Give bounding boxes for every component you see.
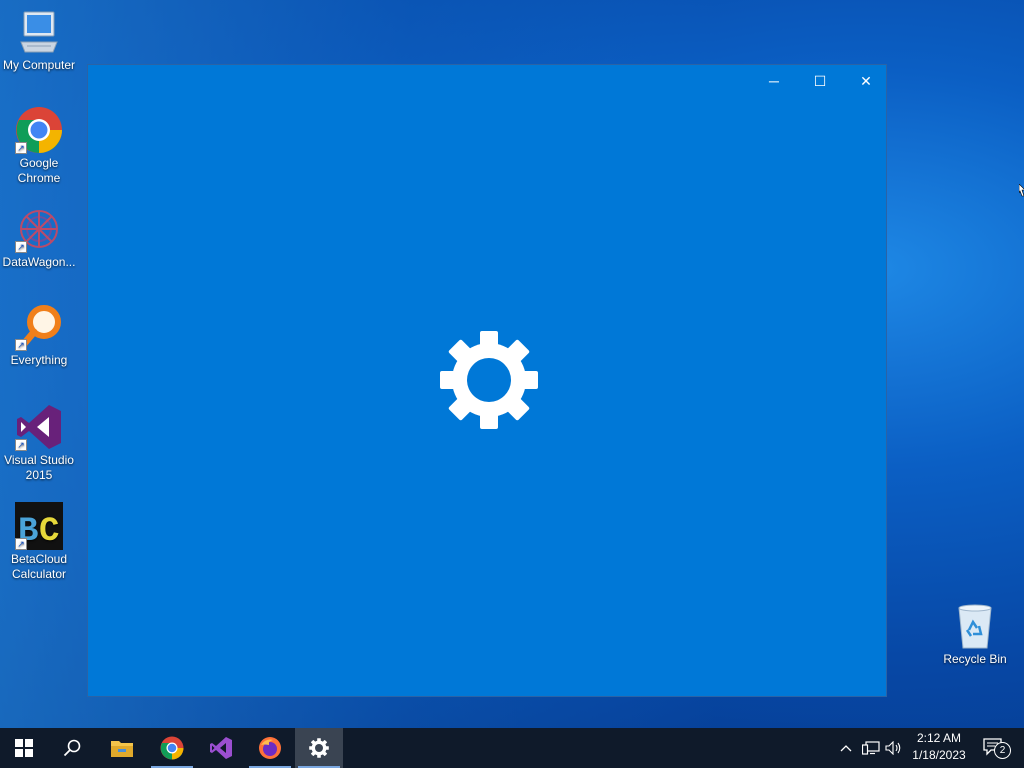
betacloud-calculator-icon: B C ↗ bbox=[15, 502, 63, 551]
desktop-icon-label: Recycle Bin bbox=[943, 652, 1007, 666]
chevron-up-icon bbox=[840, 745, 852, 752]
taskbar-chrome[interactable] bbox=[148, 728, 196, 768]
search-button[interactable] bbox=[48, 728, 96, 768]
maximize-button[interactable]: ☐ bbox=[797, 65, 843, 97]
shortcut-arrow-icon: ↗ bbox=[15, 241, 27, 253]
chrome-icon bbox=[160, 736, 184, 760]
settings-splash-window[interactable]: ─ ☐ ✕ bbox=[87, 64, 887, 697]
desktop-icon-label: Visual Studio 2015 bbox=[4, 453, 74, 482]
network-button[interactable] bbox=[860, 728, 882, 768]
gear-icon bbox=[439, 330, 539, 430]
shortcut-arrow-icon: ↗ bbox=[15, 439, 27, 451]
desktop-icon-everything[interactable]: ↗ Everything bbox=[0, 303, 78, 368]
svg-text:C: C bbox=[39, 513, 59, 550]
magnifier-icon: ↗ bbox=[15, 303, 63, 351]
clock-date: 1/18/2023 bbox=[912, 748, 966, 762]
speaker-icon bbox=[885, 741, 901, 755]
mouse-cursor bbox=[1018, 183, 1024, 200]
file-explorer-icon bbox=[111, 741, 133, 757]
minimize-button[interactable]: ─ bbox=[751, 65, 797, 97]
taskbar-firefox[interactable] bbox=[246, 728, 294, 768]
close-icon: ✕ bbox=[860, 72, 872, 89]
taskbar-settings[interactable] bbox=[295, 728, 343, 768]
desktop-icon-label: My Computer bbox=[2, 58, 76, 72]
maximize-icon: ☐ bbox=[813, 72, 827, 89]
network-icon bbox=[862, 741, 880, 755]
recycle-bin-icon bbox=[951, 602, 999, 650]
taskbar-file-explorer[interactable] bbox=[98, 728, 146, 768]
chrome-icon: ↗ bbox=[15, 106, 63, 154]
desktop-icon-label: Google Chrome bbox=[17, 156, 61, 185]
desktop-icon-my-computer[interactable]: My Computer bbox=[0, 8, 78, 73]
desktop-icon-betacloud-calculator[interactable]: B C ↗ BetaCloud Calculator bbox=[0, 502, 78, 582]
desktop-icon-google-chrome[interactable]: ↗ Google Chrome bbox=[0, 106, 78, 186]
shortcut-arrow-icon: ↗ bbox=[15, 339, 27, 351]
action-center-button[interactable]: 2 bbox=[978, 728, 1011, 768]
desktop-icon-label: DataWagon... bbox=[2, 255, 76, 269]
clock-time: 2:12 AM bbox=[916, 731, 962, 745]
search-icon bbox=[63, 739, 81, 757]
desktop-icon-label: Everything bbox=[10, 353, 68, 367]
datawagon-icon: ↗ bbox=[15, 205, 63, 253]
taskbar-visual-studio[interactable] bbox=[197, 728, 245, 768]
start-button[interactable] bbox=[0, 728, 48, 768]
desktop-icon-datawagon[interactable]: ↗ DataWagon... bbox=[0, 205, 78, 270]
windows-logo-icon bbox=[15, 739, 33, 757]
shortcut-arrow-icon: ↗ bbox=[15, 538, 27, 550]
minimize-icon: ─ bbox=[769, 73, 779, 89]
show-hidden-icons-button[interactable] bbox=[836, 728, 856, 768]
visual-studio-icon: ↗ bbox=[15, 403, 63, 451]
notification-count-badge: 2 bbox=[994, 742, 1011, 759]
close-button[interactable]: ✕ bbox=[843, 65, 889, 97]
firefox-icon bbox=[259, 737, 281, 759]
visual-studio-icon bbox=[210, 737, 232, 759]
shortcut-arrow-icon: ↗ bbox=[15, 142, 27, 154]
desktop-icon-visual-studio[interactable]: ↗ Visual Studio 2015 bbox=[0, 403, 78, 483]
clock[interactable]: 2:12 AM 1/18/2023 bbox=[902, 730, 976, 766]
desktop-icon-label: BetaCloud Calculator bbox=[10, 552, 68, 581]
settings-icon bbox=[309, 738, 329, 758]
taskbar: 2:12 AM 1/18/2023 2 bbox=[0, 728, 1024, 768]
computer-icon bbox=[15, 8, 63, 56]
desktop-icon-recycle-bin[interactable]: Recycle Bin bbox=[936, 602, 1014, 667]
